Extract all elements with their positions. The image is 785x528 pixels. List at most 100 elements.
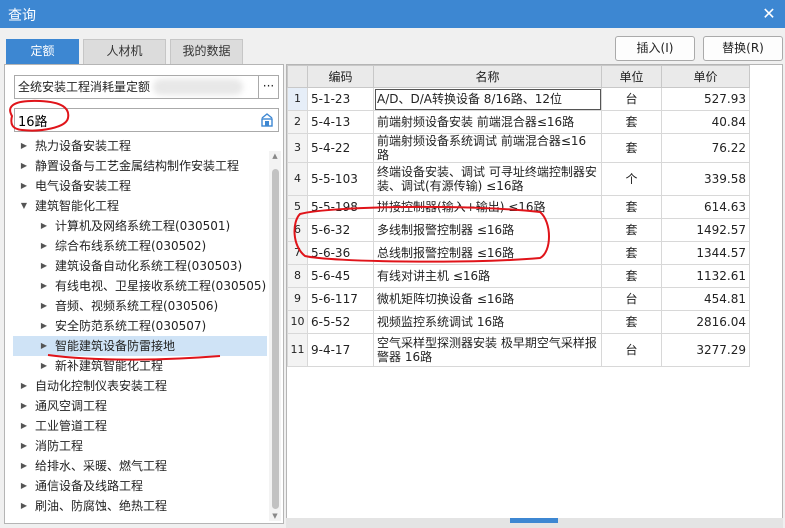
tree-item[interactable]: ▶ 消防工程 — [5, 436, 267, 456]
cell-unit[interactable]: 个 — [601, 162, 662, 196]
cell-code[interactable]: 9-4-17 — [307, 333, 374, 367]
cell-code[interactable]: 5-6-45 — [307, 264, 374, 288]
table-row[interactable]: 6 5-6-32 多线制报警控制器 ≤16路套 1492.57 — [287, 218, 750, 242]
tree-item[interactable]: ▶ 给排水、采暖、燃气工程 — [5, 456, 267, 476]
cell-price[interactable]: 339.58 — [661, 162, 750, 196]
tree-item[interactable]: ▶ 静置设备与工艺金属结构制作安装工程 — [5, 156, 267, 176]
table-row[interactable]: 9 5-6-117 微机矩阵切换设备 ≤16路台 454.81 — [287, 287, 750, 311]
tree-item[interactable]: ▶ 自动化控制仪表安装工程 — [5, 376, 267, 396]
cell-unit[interactable]: 套 — [601, 310, 662, 334]
library-more-button[interactable]: ··· — [259, 75, 279, 99]
cell-name[interactable]: 微机矩阵切换设备 ≤16路 — [373, 287, 602, 311]
row-index[interactable]: 1 — [287, 87, 308, 111]
cell-name[interactable]: A/D、D/A转换设备 8/16路、12位 — [373, 87, 602, 111]
table-row[interactable]: 7 5-6-36 总线制报警控制器 ≤16路套 1344.57 — [287, 241, 750, 265]
tree-item[interactable]: ▶ 热力设备安装工程 — [5, 136, 267, 156]
cell-price[interactable]: 614.63 — [661, 195, 750, 219]
cell-code[interactable]: 5-5-198 — [307, 195, 374, 219]
chevron-right-icon[interactable]: ▶ — [39, 336, 49, 356]
cell-code[interactable]: 5-4-13 — [307, 110, 374, 134]
tree-item[interactable]: ▶ 建筑设备自动化系统工程(030503) — [5, 256, 267, 276]
scroll-up-icon[interactable]: ▲ — [269, 151, 281, 161]
cell-code[interactable]: 5-1-23 — [307, 87, 374, 111]
tree-item[interactable]: ▶ 电气设备安装工程 — [5, 176, 267, 196]
cell-price[interactable]: 76.22 — [661, 133, 750, 163]
tree-item[interactable]: ▶ 工业管道工程 — [5, 416, 267, 436]
row-index[interactable]: 9 — [287, 287, 308, 311]
table-row[interactable]: 5 5-5-198 拼接控制器(输入+输出) ≤16路套 614.63 — [287, 195, 750, 219]
tree-item[interactable]: ▶ 计算机及网络系统工程(030501) — [5, 216, 267, 236]
cell-price[interactable]: 40.84 — [661, 110, 750, 134]
cell-unit[interactable]: 套 — [601, 195, 662, 219]
chevron-right-icon[interactable]: ▶ — [19, 476, 29, 496]
cell-unit[interactable]: 套 — [601, 218, 662, 242]
tree-item[interactable]: ▶ 刷油、防腐蚀、绝热工程 — [5, 496, 267, 516]
scroll-down-icon[interactable]: ▼ — [269, 511, 281, 521]
tree-item[interactable]: ▶ 有线电视、卫星接收系统工程(030505) — [5, 276, 267, 296]
row-index[interactable]: 5 — [287, 195, 308, 219]
cell-code[interactable]: 5-5-103 — [307, 162, 374, 196]
tree-item[interactable]: ▼ 建筑智能化工程 — [5, 196, 267, 216]
chevron-right-icon[interactable]: ▶ — [19, 176, 29, 196]
cell-name[interactable]: 前端射频设备安装 前端混合器≤16路 — [373, 110, 602, 134]
tree-item[interactable]: ▶ 安全防范系统工程(030507) — [5, 316, 267, 336]
tree-item[interactable]: ▶ 智能建筑设备防雷接地 — [13, 336, 267, 356]
cell-price[interactable]: 527.93 — [661, 87, 750, 111]
cell-price[interactable]: 1492.57 — [661, 218, 750, 242]
cell-price[interactable]: 3277.29 — [661, 333, 750, 367]
row-index[interactable]: 10 — [287, 310, 308, 334]
cell-unit[interactable]: 套 — [601, 133, 662, 163]
cell-name[interactable]: 终端设备安装、调试 可寻址终端控制器安装、调试(有源传输) ≤16路 — [373, 162, 602, 196]
tree-scrollbar[interactable]: ▲ ▼ — [269, 151, 281, 521]
cell-unit[interactable]: 套 — [601, 264, 662, 288]
table-row[interactable]: 3 5-4-22 前端射频设备系统调试 前端混合器≤16路套 76.22 — [287, 133, 750, 163]
row-index[interactable]: 8 — [287, 264, 308, 288]
table-row[interactable]: 2 5-4-13 前端射频设备安装 前端混合器≤16路套 40.84 — [287, 110, 750, 134]
chevron-right-icon[interactable]: ▶ — [19, 136, 29, 156]
chevron-down-icon[interactable]: ▼ — [19, 196, 29, 216]
cell-unit[interactable]: 台 — [601, 333, 662, 367]
cell-code[interactable]: 5-4-22 — [307, 133, 374, 163]
insert-button[interactable]: 插入(I) — [615, 36, 695, 61]
tree-item[interactable]: ▶ 通风空调工程 — [5, 396, 267, 416]
cell-name[interactable]: 总线制报警控制器 ≤16路 — [373, 241, 602, 265]
replace-button[interactable]: 替换(R) — [703, 36, 783, 61]
chevron-right-icon[interactable]: ▶ — [19, 436, 29, 456]
row-index[interactable]: 4 — [287, 162, 308, 196]
search-icon[interactable] — [259, 112, 275, 128]
cell-code[interactable]: 5-6-117 — [307, 287, 374, 311]
cell-name[interactable]: 有线对讲主机 ≤16路 — [373, 264, 602, 288]
chevron-right-icon[interactable]: ▶ — [39, 316, 49, 336]
cell-code[interactable]: 6-5-52 — [307, 310, 374, 334]
chevron-right-icon[interactable]: ▶ — [39, 256, 49, 276]
cell-code[interactable]: 5-6-32 — [307, 218, 374, 242]
search-input[interactable] — [18, 111, 253, 129]
chevron-right-icon[interactable]: ▶ — [19, 496, 29, 516]
cell-unit[interactable]: 套 — [601, 110, 662, 134]
scroll-thumb[interactable] — [272, 169, 279, 509]
chevron-right-icon[interactable]: ▶ — [19, 376, 29, 396]
cell-code[interactable]: 5-6-36 — [307, 241, 374, 265]
table-row[interactable]: 4 5-5-103 终端设备安装、调试 可寻址终端控制器安装、调试(有源传输) ≤1… — [287, 162, 750, 196]
chevron-right-icon[interactable]: ▶ — [39, 296, 49, 316]
row-index[interactable]: 11 — [287, 333, 308, 367]
tree-item[interactable]: ▶ 综合布线系统工程(030502) — [5, 236, 267, 256]
cell-unit[interactable]: 套 — [601, 241, 662, 265]
cell-price[interactable]: 1344.57 — [661, 241, 750, 265]
chevron-right-icon[interactable]: ▶ — [19, 416, 29, 436]
quota-library-select[interactable]: 全统安装工程消耗量定额 — [14, 75, 259, 99]
chevron-right-icon[interactable]: ▶ — [39, 216, 49, 236]
chevron-right-icon[interactable]: ▶ — [19, 456, 29, 476]
table-row[interactable]: 10 6-5-52 视频监控系统调试 16路套 2816.04 — [287, 310, 750, 334]
row-index[interactable]: 7 — [287, 241, 308, 265]
tree-item[interactable]: ▶ 音频、视频系统工程(030506) — [5, 296, 267, 316]
splitter-grip[interactable] — [510, 518, 558, 523]
cell-name[interactable]: 前端射频设备系统调试 前端混合器≤16路 — [373, 133, 602, 163]
row-index[interactable]: 6 — [287, 218, 308, 242]
cell-name[interactable]: 拼接控制器(输入+输出) ≤16路 — [373, 195, 602, 219]
chevron-right-icon[interactable]: ▶ — [39, 356, 49, 376]
chevron-right-icon[interactable]: ▶ — [39, 236, 49, 256]
cell-price[interactable]: 1132.61 — [661, 264, 750, 288]
cell-unit[interactable]: 台 — [601, 287, 662, 311]
tab-my-data[interactable]: 我的数据 — [170, 39, 243, 64]
